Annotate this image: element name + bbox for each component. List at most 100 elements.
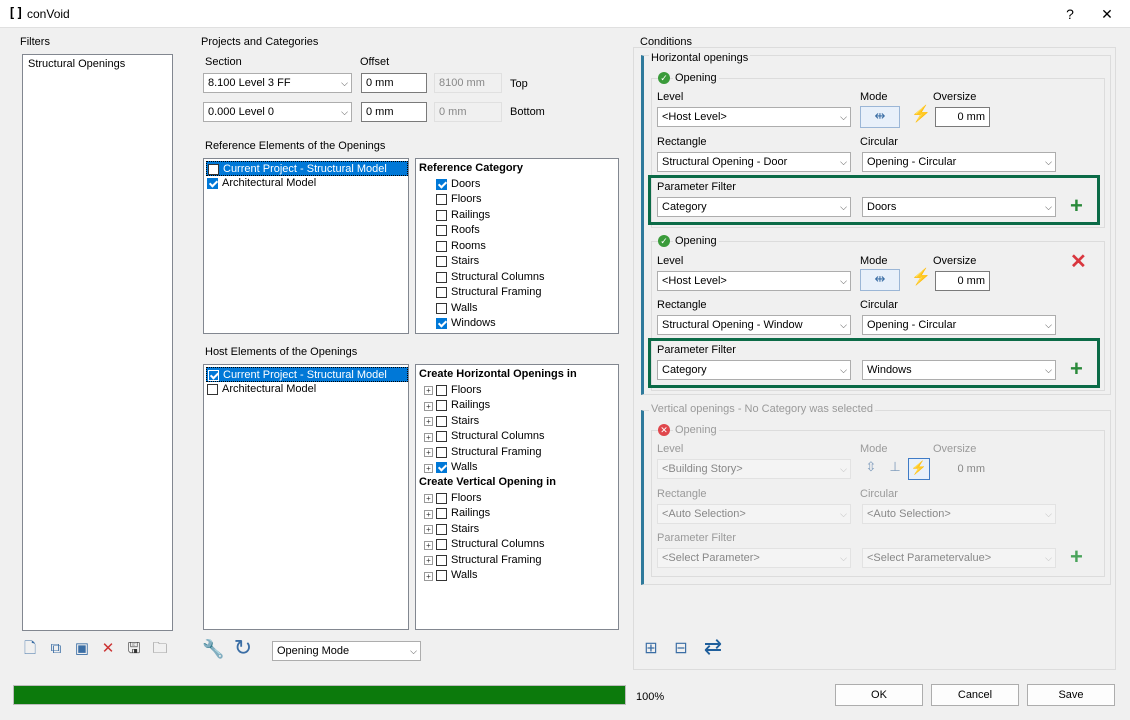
checkbox[interactable]	[436, 508, 447, 519]
mode-vertical-icon[interactable]: ⇳	[860, 458, 882, 480]
save-button[interactable]: Save	[1027, 684, 1115, 706]
tree-item-doors[interactable]: Doors	[436, 177, 480, 192]
expand-icon[interactable]: +	[424, 510, 433, 519]
rename-filter-icon[interactable]: ▣	[72, 640, 92, 658]
checkbox[interactable]	[436, 431, 447, 442]
expand-icon[interactable]: +	[424, 433, 433, 442]
checkbox[interactable]	[436, 210, 447, 221]
checkbox[interactable]	[436, 416, 447, 427]
host-category-tree[interactable]: Create Horizontal Openings in + Floors +…	[415, 364, 619, 630]
cancel-button[interactable]: Cancel	[931, 684, 1019, 706]
expand-icon[interactable]: +	[424, 572, 433, 581]
add-vertical-opening-icon[interactable]: ⊟	[670, 640, 692, 662]
checkbox[interactable]	[436, 493, 447, 504]
filters-list[interactable]: Structural Openings	[22, 54, 173, 631]
add-filter-icon[interactable]: +	[1070, 546, 1083, 568]
checkbox[interactable]	[436, 385, 447, 396]
close-button[interactable]: ✕	[1093, 4, 1121, 24]
expand-icon[interactable]: +	[424, 386, 433, 395]
parameter-select[interactable]: Category ⌵	[657, 197, 851, 217]
tree-item-structural-framing[interactable]: Structural Framing	[436, 285, 541, 300]
filter-item[interactable]: Structural Openings	[28, 58, 125, 70]
tree-item-stairs[interactable]: Stairs	[436, 254, 479, 269]
checkbox[interactable]	[207, 384, 218, 395]
checkbox[interactable]	[436, 241, 447, 252]
tree-item-stairs[interactable]: Stairs	[436, 522, 479, 537]
tree-item-railings[interactable]: Railings	[436, 506, 490, 521]
help-button[interactable]: ?	[1056, 4, 1084, 24]
mode-lightning-icon[interactable]: ⚡	[910, 269, 932, 291]
oversize-input[interactable]: 0 mm	[935, 107, 990, 127]
checkbox[interactable]	[436, 225, 447, 236]
expand-icon[interactable]: +	[424, 464, 433, 473]
checkbox[interactable]	[436, 462, 447, 473]
checkbox[interactable]	[436, 447, 447, 458]
wrench-icon[interactable]: 🔧	[202, 640, 224, 662]
host-model-item[interactable]: Architectural Model	[206, 382, 316, 397]
save-filter-icon[interactable]: 🖫	[124, 640, 144, 658]
checkbox[interactable]	[436, 272, 447, 283]
checkbox[interactable]	[436, 570, 447, 581]
open-folder-icon[interactable]: 🗀	[150, 640, 170, 658]
checkbox[interactable]	[436, 256, 447, 267]
checkbox[interactable]	[436, 318, 447, 329]
tree-item-structural-columns[interactable]: Structural Columns	[436, 537, 545, 552]
checkbox[interactable]	[436, 179, 447, 190]
mode-split-icon[interactable]: ⇹	[860, 269, 900, 291]
top-level-select[interactable]: 8.100 Level 3 FF ⌵	[203, 73, 352, 93]
tree-item-roofs[interactable]: Roofs	[436, 223, 480, 238]
expand-icon[interactable]: +	[424, 494, 433, 503]
tree-item-walls[interactable]: Walls	[436, 301, 477, 316]
tree-item-structural-framing[interactable]: Structural Framing	[436, 445, 541, 460]
oversize-input[interactable]: 0 mm	[935, 271, 990, 291]
add-filter-icon[interactable]: +	[1070, 358, 1083, 380]
ok-button[interactable]: OK	[835, 684, 923, 706]
tree-item-structural-columns[interactable]: Structural Columns	[436, 270, 545, 285]
host-models-list[interactable]: Current Project - Structural Model Archi…	[203, 364, 409, 630]
new-filter-icon[interactable]: 🗋	[20, 640, 40, 658]
expand-icon[interactable]: +	[424, 525, 433, 534]
tree-item-rooms[interactable]: Rooms	[436, 239, 486, 254]
tree-item-stairs[interactable]: Stairs	[436, 414, 479, 429]
circular-select[interactable]: <Auto Selection> ⌵	[862, 504, 1056, 524]
checkbox[interactable]	[436, 524, 447, 535]
checkbox[interactable]	[207, 178, 218, 189]
add-horizontal-opening-icon[interactable]: ⊞	[640, 640, 662, 662]
tree-item-walls[interactable]: Walls	[436, 460, 477, 475]
circular-select[interactable]: Opening - Circular ⌵	[862, 315, 1056, 335]
tree-item-floors[interactable]: Floors	[436, 192, 482, 207]
expand-icon[interactable]: +	[424, 556, 433, 565]
opening-mode-select[interactable]: Opening Mode ⌵	[272, 641, 421, 661]
checkbox[interactable]	[436, 400, 447, 411]
top-offset-input[interactable]: 0 mm	[361, 73, 427, 93]
bottom-level-select[interactable]: 0.000 Level 0 ⌵	[203, 102, 352, 122]
tree-item-railings[interactable]: Railings	[436, 208, 490, 223]
mode-lightning-icon[interactable]: ⚡	[908, 458, 930, 480]
oversize-input[interactable]: 0 mm	[935, 459, 990, 479]
circular-select[interactable]: Opening - Circular ⌵	[862, 152, 1056, 172]
tree-item-structural-columns[interactable]: Structural Columns	[436, 429, 545, 444]
rectangle-select[interactable]: Structural Opening - Door ⌵	[657, 152, 851, 172]
checkbox[interactable]	[436, 287, 447, 298]
parameter-value-select[interactable]: Windows ⌵	[862, 360, 1056, 380]
checkbox[interactable]	[208, 370, 219, 381]
refresh-icon[interactable]: ↻	[232, 637, 254, 661]
host-model-item[interactable]: Current Project - Structural Model	[206, 367, 408, 382]
add-filter-icon[interactable]: +	[1070, 195, 1083, 217]
tree-item-floors[interactable]: Floors	[436, 383, 482, 398]
bottom-offset-input[interactable]: 0 mm	[361, 102, 427, 122]
expand-icon[interactable]: +	[424, 541, 433, 550]
reference-model-item[interactable]: Architectural Model	[206, 176, 316, 191]
expand-icon[interactable]: +	[424, 402, 433, 411]
reference-model-item[interactable]: Current Project - Structural Model	[206, 161, 408, 176]
parameter-select[interactable]: Category ⌵	[657, 360, 851, 380]
expand-icon[interactable]: +	[424, 417, 433, 426]
delete-opening-icon[interactable]: ✕	[1070, 252, 1087, 272]
swap-icon[interactable]: ⇄	[700, 636, 726, 662]
parameter-value-select[interactable]: Doors ⌵	[862, 197, 1056, 217]
checkbox[interactable]	[436, 539, 447, 550]
checkbox[interactable]	[208, 164, 219, 175]
delete-filter-icon[interactable]: ✕	[98, 640, 118, 658]
expand-icon[interactable]: +	[424, 448, 433, 457]
parameter-select[interactable]: <Select Parameter> ⌵	[657, 548, 851, 568]
